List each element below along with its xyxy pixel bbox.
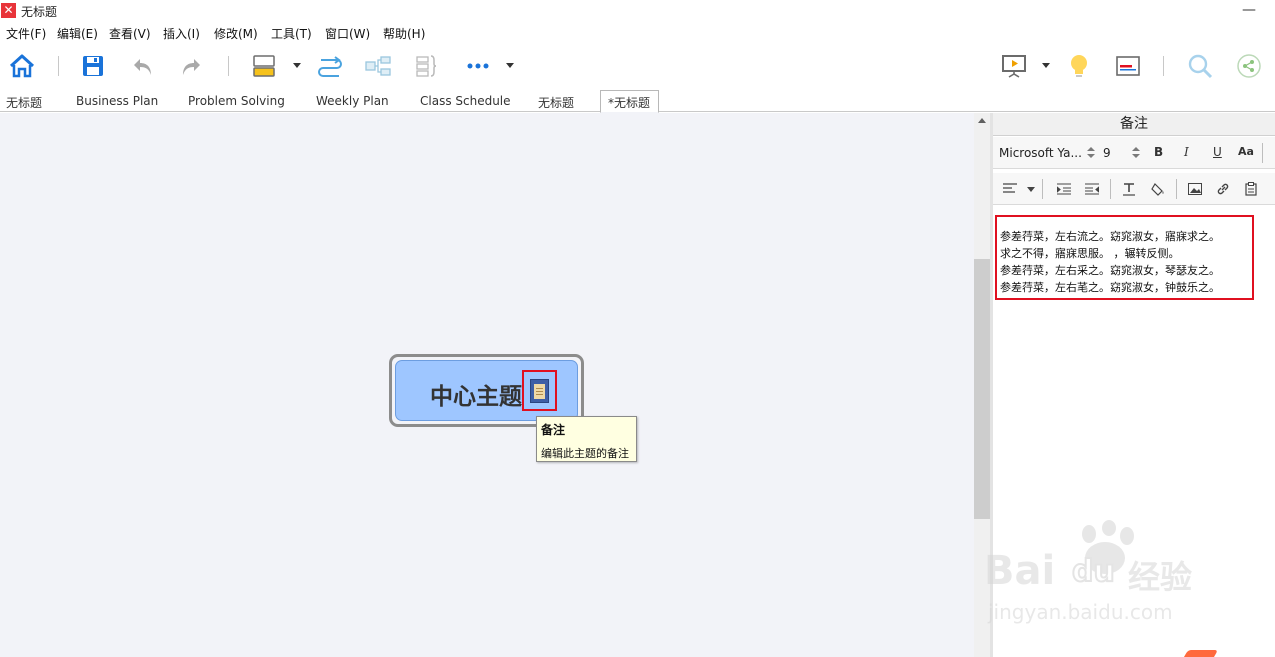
format-separator: [1042, 179, 1043, 199]
font-family-select[interactable]: Microsoft Ya...: [999, 146, 1082, 160]
format-separator: [1176, 179, 1177, 199]
indent-decrease-icon[interactable]: [1085, 183, 1099, 195]
boundary-button[interactable]: [412, 52, 440, 80]
font-size-input[interactable]: 9: [1103, 146, 1111, 160]
search-icon: [1188, 54, 1213, 79]
undo-button[interactable]: [130, 52, 156, 80]
app-window: ✕ 无标题 — 文件(F) 编辑(E) 查看(V) 插入(I) 修改(M) 工具…: [0, 0, 1275, 657]
note-icon-highlight: [522, 370, 557, 411]
baidu-watermark: Bai du 经验 jingyan.baidu.com: [982, 518, 1212, 628]
tooltip-title: 备注: [541, 423, 566, 437]
share-icon: [1237, 54, 1261, 78]
more-button[interactable]: [464, 52, 492, 80]
change-case-button[interactable]: Aa: [1238, 145, 1254, 158]
corner-decoration: [1183, 650, 1219, 657]
redo-button[interactable]: [178, 52, 204, 80]
relationship-button[interactable]: [316, 52, 344, 80]
chevron-down-icon[interactable]: [1042, 63, 1050, 68]
notes-panel-title: 备注: [993, 113, 1275, 136]
note-tooltip: 备注 编辑此主题的备注: [536, 416, 637, 462]
presentation-button[interactable]: [1000, 52, 1028, 80]
structure-icon: [365, 56, 391, 76]
font-format-row: Microsoft Ya... 9 B I U Aa: [993, 137, 1275, 169]
chevron-down-icon[interactable]: [293, 63, 301, 68]
relationship-icon: [318, 56, 342, 77]
text-color-icon[interactable]: [1123, 182, 1135, 196]
font-family-spinner-icon[interactable]: [1087, 147, 1095, 159]
scroll-up-icon[interactable]: [978, 118, 986, 123]
share-button[interactable]: [1236, 52, 1262, 80]
format-separator: [1262, 143, 1263, 163]
tab-business-plan[interactable]: Business Plan: [76, 94, 158, 108]
save-icon: [83, 56, 103, 76]
tab-untitled-2[interactable]: 无标题: [538, 94, 574, 111]
toolbar-separator: [228, 56, 229, 76]
topic-style-icon: [253, 55, 275, 77]
menu-file[interactable]: 文件(F): [6, 25, 46, 42]
more-icon: [467, 63, 489, 69]
notes-text-highlight: [995, 215, 1254, 300]
font-size-spinner-icon[interactable]: [1132, 147, 1140, 159]
minimize-button[interactable]: —: [1242, 0, 1256, 20]
title-bar: ✕ 无标题 —: [0, 0, 1275, 22]
underline-button[interactable]: U: [1213, 145, 1222, 159]
central-topic-label: 中心主题: [430, 384, 522, 410]
tab-class-schedule[interactable]: Class Schedule: [420, 94, 511, 108]
presentation-icon: [1002, 55, 1026, 78]
main-toolbar: [0, 42, 1275, 90]
highlight-fill-icon[interactable]: [1151, 182, 1165, 196]
watermark-brand: Bai: [984, 548, 1056, 594]
menu-window[interactable]: 窗口(W): [325, 25, 370, 42]
idea-icon: [1071, 55, 1087, 77]
layout-panel-icon: [1116, 56, 1140, 76]
tab-untitled-active[interactable]: *无标题: [600, 90, 660, 113]
tab-problem-solving[interactable]: Problem Solving: [188, 94, 285, 108]
tab-weekly-plan[interactable]: Weekly Plan: [316, 94, 389, 108]
layout-panel-button[interactable]: [1113, 52, 1143, 80]
save-button[interactable]: [80, 52, 106, 80]
indent-increase-icon[interactable]: [1057, 183, 1071, 195]
home-button[interactable]: [8, 52, 36, 80]
structure-button[interactable]: [364, 52, 392, 80]
menu-help[interactable]: 帮助(H): [383, 25, 425, 42]
app-logo-icon: ✕: [1, 3, 16, 18]
italic-button[interactable]: I: [1184, 145, 1189, 159]
menu-modify[interactable]: 修改(M): [214, 25, 258, 42]
idea-button[interactable]: [1066, 52, 1092, 80]
watermark-brand-du: du: [1071, 553, 1116, 590]
boundary-icon: [416, 55, 437, 77]
topic-style-button[interactable]: [251, 52, 279, 80]
redo-icon: [183, 59, 200, 75]
home-icon: [9, 54, 35, 78]
chevron-down-icon[interactable]: [1027, 187, 1035, 192]
menu-tools[interactable]: 工具(T): [271, 25, 312, 42]
window-title: 无标题: [21, 5, 58, 19]
toolbar-separator: [1163, 56, 1164, 76]
toolbar-separator: [58, 56, 59, 76]
document-tabs: 无标题 Business Plan Problem Solving Weekly…: [0, 90, 1275, 113]
scrollbar-thumb[interactable]: [974, 259, 990, 519]
insert-link-icon[interactable]: [1216, 182, 1230, 196]
tab-untitled-1[interactable]: 无标题: [6, 94, 42, 111]
menu-insert[interactable]: 插入(I): [163, 25, 200, 42]
watermark-url: jingyan.baidu.com: [988, 600, 1173, 624]
paragraph-format-row: [993, 173, 1275, 205]
clipboard-icon[interactable]: [1245, 182, 1257, 196]
chevron-down-icon[interactable]: [506, 63, 514, 68]
insert-image-icon[interactable]: [1188, 183, 1202, 195]
menu-edit[interactable]: 编辑(E): [57, 25, 98, 42]
watermark-product: 经验: [1128, 558, 1193, 596]
tooltip-body: 编辑此主题的备注: [541, 447, 629, 460]
menu-bar: 文件(F) 编辑(E) 查看(V) 插入(I) 修改(M) 工具(T) 窗口(W…: [0, 22, 1275, 42]
menu-view[interactable]: 查看(V): [109, 25, 151, 42]
format-separator: [1110, 179, 1111, 199]
bold-button[interactable]: B: [1154, 145, 1163, 159]
undo-icon: [134, 59, 151, 75]
align-left-icon[interactable]: [1003, 183, 1017, 195]
search-button[interactable]: [1186, 52, 1214, 80]
